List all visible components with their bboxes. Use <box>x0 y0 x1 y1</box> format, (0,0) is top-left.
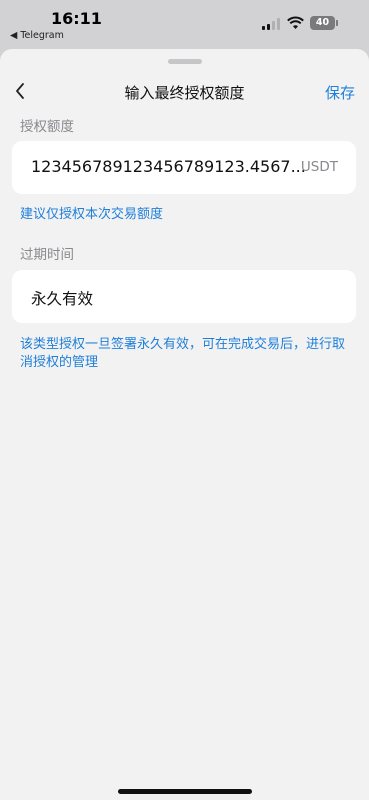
wifi-icon <box>287 16 304 29</box>
status-time: 16:11 <box>51 9 102 28</box>
suggest-amount-link[interactable]: 建议仅授权本次交易额度 <box>20 206 163 224</box>
amount-unit: USDT <box>300 159 338 175</box>
back-to-telegram-link[interactable]: ◀ Telegram <box>10 30 64 41</box>
amount-section-label: 授权额度 <box>20 119 74 135</box>
home-indicator <box>118 789 252 794</box>
sheet-grabber[interactable] <box>168 59 202 64</box>
expiry-select-card[interactable]: 永久有效 <box>12 270 356 323</box>
amount-input-card[interactable]: 12345678912345678912​3.4567... USDT <box>12 141 356 194</box>
battery-cap <box>336 20 338 26</box>
expiry-section-label: 过期时间 <box>20 247 74 263</box>
status-bar: 16:11 ◀ Telegram 40 <box>0 0 369 46</box>
amount-input[interactable]: 12345678912345678912​3.4567... <box>31 157 306 176</box>
signal-icon <box>262 17 282 30</box>
battery-icon: 40 <box>310 16 335 30</box>
expiry-value[interactable]: 永久有效 <box>31 287 93 309</box>
page-title: 输入最终授权额度 <box>124 84 245 102</box>
authorization-sheet: 输入最终授权额度 保存 授权额度 12345678912345678912​3.… <box>0 49 369 800</box>
expiry-note: 该类型授权一旦签署永久有效，可在完成交易后，进行取消授权的管理 <box>20 337 346 370</box>
save-button[interactable]: 保存 <box>325 82 355 103</box>
